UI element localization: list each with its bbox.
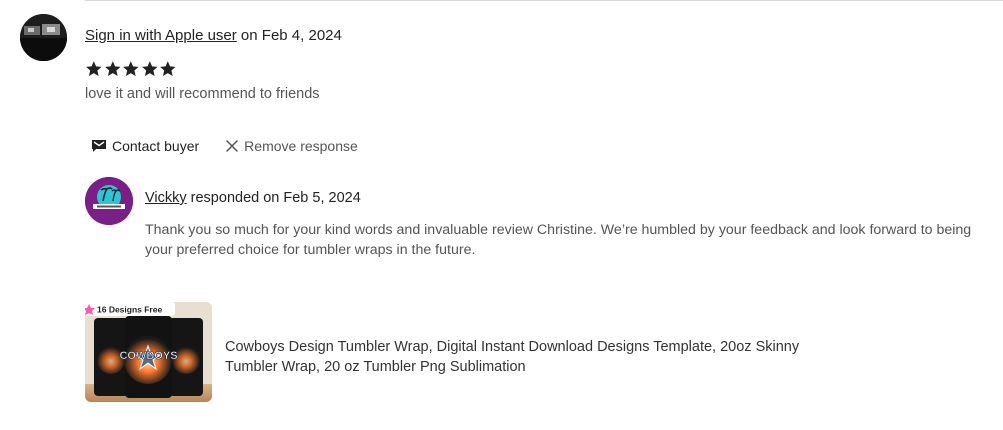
review-text: love it and will recommend to friends (85, 86, 320, 102)
product-thumb-text: COWBOYS (119, 350, 177, 362)
product-badge: 16 Designs Free (97, 305, 162, 315)
contact-buyer-label: Contact buyer (112, 138, 200, 154)
product-thumbnail[interactable]: 16 Designs Free COWBOYS (85, 302, 212, 402)
response-line: Vickky responded on Feb 5, 2024 (145, 190, 361, 206)
review-date: Feb 4, 2024 (261, 27, 342, 44)
review-actions: Contact buyer Remove response (91, 138, 358, 154)
seller-name-link[interactable]: Vickky (145, 190, 187, 206)
contact-buyer-button[interactable]: Contact buyer (91, 138, 199, 154)
reviewer-name-link[interactable]: Sign in with Apple user (85, 27, 237, 44)
star-icon (104, 61, 121, 76)
star-icon (86, 61, 102, 76)
seller-avatar (85, 177, 133, 225)
star-icon (123, 61, 139, 76)
response-date: Feb 5, 2024 (283, 190, 361, 206)
star-icon (160, 61, 176, 76)
mail-icon (91, 139, 107, 153)
close-icon (225, 139, 239, 153)
product-title-link[interactable]: Cowboys Design Tumbler Wrap, Digital Ins… (225, 337, 845, 377)
star-rating (85, 60, 177, 78)
response-text: Thank you so much for your kind words an… (145, 222, 972, 258)
reviewer-line: Sign in with Apple user on Feb 4, 2024 (85, 27, 342, 44)
divider (85, 0, 1003, 1)
remove-response-button[interactable]: Remove response (225, 138, 358, 154)
review-date-prefix: on (236, 27, 262, 44)
star-icon (141, 61, 158, 76)
remove-response-label: Remove response (244, 138, 358, 154)
reviewer-avatar (20, 14, 67, 61)
responded-prefix: responded on (186, 190, 284, 206)
